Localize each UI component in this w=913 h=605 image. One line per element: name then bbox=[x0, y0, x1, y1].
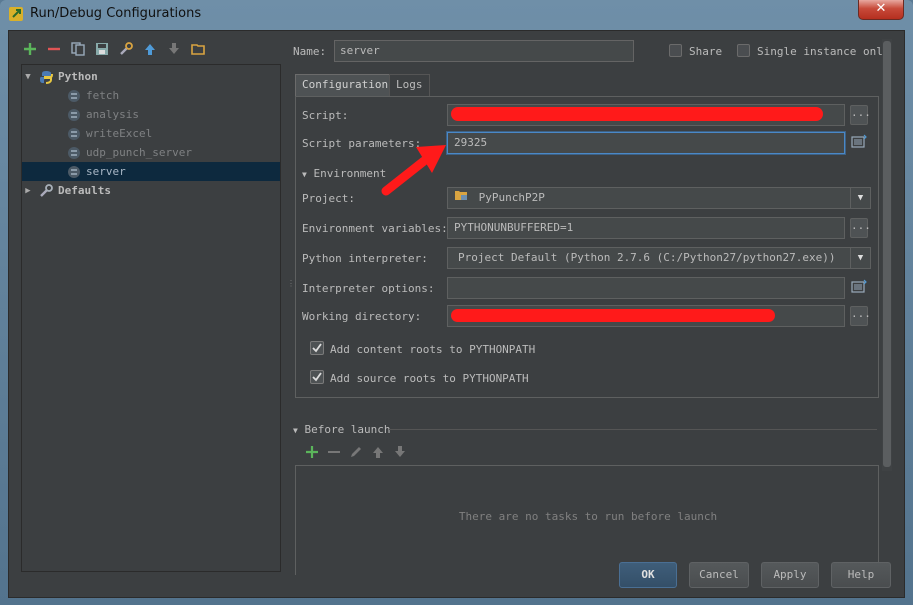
annotation-arrow-icon bbox=[380, 139, 450, 199]
source-roots-checkbox[interactable] bbox=[310, 370, 324, 384]
tree-label: udp_punch_server bbox=[86, 146, 192, 159]
move-up-icon[interactable] bbox=[141, 40, 159, 58]
configuration-panel: Script: ... Script parameters: 29325 ▼ E… bbox=[295, 96, 879, 398]
collapse-arrow-icon[interactable]: ▼ bbox=[302, 170, 307, 179]
env-vars-input[interactable]: PYTHONUNBUFFERED=1 bbox=[447, 217, 845, 239]
name-input[interactable]: server bbox=[334, 40, 634, 62]
expand-options-icon[interactable] bbox=[851, 279, 869, 297]
tree-item-writeexcel[interactable]: writeExcel bbox=[22, 124, 280, 143]
before-launch-list[interactable]: There are no tasks to run before launch bbox=[295, 465, 879, 575]
before-launch-title[interactable]: ▼ Before launch bbox=[293, 423, 391, 436]
tree-item-udp-punch-server[interactable]: udp_punch_server bbox=[22, 143, 280, 162]
redaction-mark bbox=[451, 309, 775, 322]
project-combo[interactable]: PyPunchP2P ▼ bbox=[447, 187, 871, 209]
single-instance-label: Single instance only bbox=[757, 45, 890, 58]
python-icon bbox=[38, 69, 54, 85]
save-icon[interactable] bbox=[93, 40, 111, 58]
name-label: Name: bbox=[293, 45, 327, 58]
python-file-icon bbox=[66, 145, 82, 161]
script-label: Script: bbox=[302, 109, 349, 122]
move-task-down-icon[interactable] bbox=[393, 445, 407, 462]
section-divider bbox=[389, 429, 877, 430]
dialog-window: Run/Debug Configurations ✕ ▼ Python fetc… bbox=[0, 0, 913, 605]
close-button[interactable]: ✕ bbox=[858, 0, 904, 20]
tree-item-analysis[interactable]: analysis bbox=[22, 105, 280, 124]
python-file-icon bbox=[66, 164, 82, 180]
interp-options-label: Interpreter options: bbox=[302, 282, 435, 295]
python-file-icon bbox=[66, 88, 82, 104]
environment-section-title[interactable]: ▼ Environment bbox=[302, 167, 386, 180]
copy-icon[interactable] bbox=[69, 40, 87, 58]
tree-item-fetch[interactable]: fetch bbox=[22, 86, 280, 105]
tree-label: writeExcel bbox=[86, 127, 153, 140]
share-label: Share bbox=[689, 45, 723, 58]
working-dir-label: Working directory: bbox=[302, 310, 422, 323]
scrollbar-thumb[interactable] bbox=[883, 41, 891, 467]
wrench-icon[interactable] bbox=[117, 40, 135, 58]
collapse-arrow-icon[interactable]: ▼ bbox=[293, 426, 298, 435]
edit-task-icon[interactable] bbox=[349, 445, 363, 462]
config-toolbar bbox=[21, 39, 207, 59]
source-roots-label: Add source roots to PYTHONPATH bbox=[330, 372, 529, 385]
script-params-input[interactable]: 29325 bbox=[447, 132, 845, 154]
redaction-mark bbox=[451, 107, 823, 121]
edit-env-vars-button[interactable]: ... bbox=[850, 218, 871, 238]
dropdown-arrow-icon[interactable]: ▼ bbox=[850, 248, 870, 268]
interpreter-label: Python interpreter: bbox=[302, 252, 428, 265]
app-icon bbox=[8, 6, 24, 22]
python-file-icon bbox=[66, 107, 82, 123]
dialog-client: ▼ Python fetch analysis writeExcel udp_p… bbox=[8, 30, 905, 598]
interpreter-value: Project Default (Python 2.7.6 (C:/Python… bbox=[458, 251, 836, 264]
dropdown-arrow-icon[interactable]: ▼ bbox=[850, 188, 870, 208]
window-title: Run/Debug Configurations bbox=[30, 6, 202, 21]
tree-node-python[interactable]: ▼ Python bbox=[22, 67, 280, 86]
python-file-icon bbox=[66, 126, 82, 142]
apply-button[interactable]: Apply bbox=[761, 562, 819, 588]
add-icon[interactable] bbox=[21, 40, 39, 58]
title-bar[interactable]: Run/Debug Configurations ✕ bbox=[0, 0, 913, 30]
add-task-icon[interactable] bbox=[305, 445, 319, 462]
browse-script-button[interactable]: ... bbox=[850, 105, 871, 125]
tree-label: fetch bbox=[86, 89, 120, 102]
tree-item-server[interactable]: server bbox=[22, 162, 280, 181]
project-label: Project: bbox=[302, 192, 355, 205]
tree-node-defaults[interactable]: ▶ Defaults bbox=[22, 181, 280, 200]
env-vars-label: Environment variables: bbox=[302, 222, 448, 235]
tree-label: Defaults bbox=[58, 184, 111, 197]
tree-label: server bbox=[86, 165, 126, 178]
defaults-icon bbox=[38, 183, 54, 199]
project-value: PyPunchP2P bbox=[478, 191, 545, 204]
tree-label: analysis bbox=[86, 108, 139, 121]
tree-label: Python bbox=[58, 70, 98, 83]
splitter-handle[interactable]: ⋮ bbox=[287, 280, 295, 297]
browse-working-dir-button[interactable]: ... bbox=[850, 306, 871, 326]
remove-task-icon[interactable] bbox=[327, 445, 341, 462]
collapsed-arrow-icon[interactable]: ▶ bbox=[22, 186, 34, 196]
project-folder-icon bbox=[454, 188, 468, 208]
interp-options-input[interactable] bbox=[447, 277, 845, 299]
folder-icon[interactable] bbox=[189, 40, 207, 58]
move-task-up-icon[interactable] bbox=[371, 445, 385, 462]
help-button[interactable]: Help bbox=[831, 562, 891, 588]
remove-icon[interactable] bbox=[45, 40, 63, 58]
empty-tasks-text: There are no tasks to run before launch bbox=[458, 510, 718, 523]
content-roots-checkbox[interactable] bbox=[310, 341, 324, 355]
expanded-arrow-icon[interactable]: ▼ bbox=[22, 72, 34, 82]
before-launch-toolbar bbox=[305, 445, 407, 462]
cancel-button[interactable]: Cancel bbox=[689, 562, 749, 588]
content-roots-label: Add content roots to PYTHONPATH bbox=[330, 343, 536, 356]
config-tree[interactable]: ▼ Python fetch analysis writeExcel udp_p… bbox=[21, 64, 281, 572]
single-instance-checkbox[interactable] bbox=[737, 44, 750, 57]
ok-button[interactable]: OK bbox=[619, 562, 677, 588]
move-down-icon[interactable] bbox=[165, 40, 183, 58]
expand-params-icon[interactable] bbox=[851, 134, 869, 152]
tab-configuration[interactable]: Configuration bbox=[295, 74, 396, 96]
interpreter-combo[interactable]: Project Default (Python 2.7.6 (C:/Python… bbox=[447, 247, 871, 269]
vertical-scrollbar[interactable] bbox=[882, 39, 892, 471]
tab-logs[interactable]: Logs bbox=[389, 74, 430, 96]
share-checkbox[interactable] bbox=[669, 44, 682, 57]
